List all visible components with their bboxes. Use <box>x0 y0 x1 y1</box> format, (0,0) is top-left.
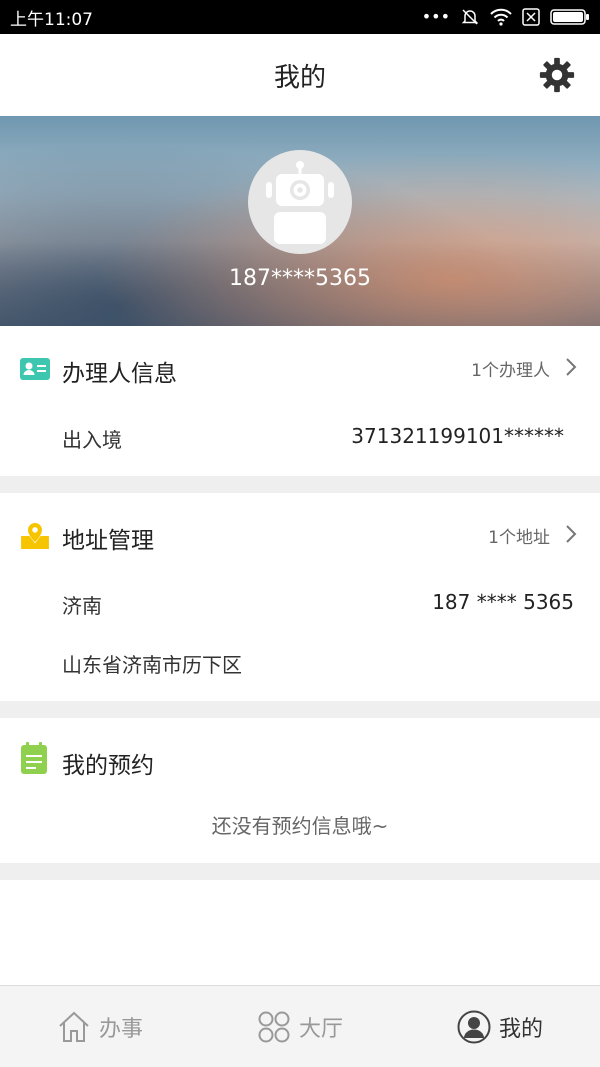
user-phone: 187****5365 <box>229 266 371 291</box>
mute-icon <box>461 9 479 25</box>
location-pin-icon <box>21 523 49 549</box>
address-card: 地址管理 1个地址 济南 187 **** 5365 山东省济南市历下区 <box>0 493 600 701</box>
status-icons: ••• <box>422 7 590 27</box>
avatar[interactable] <box>248 150 352 254</box>
page-title: 我的 <box>273 62 326 93</box>
battery-icon <box>550 9 589 25</box>
blank-panel <box>0 880 600 985</box>
tab-hall[interactable]: 大厅 <box>200 986 400 1067</box>
user-icon <box>457 1010 491 1043</box>
handler-type: 出入境 <box>62 428 122 452</box>
bottom-tab-bar: 办事 大厅 我的 <box>0 985 600 1067</box>
status-time: 上午11:07 <box>10 9 93 30</box>
appointment-header[interactable]: 我的预约 <box>0 718 600 804</box>
chevron-right-icon <box>566 358 577 376</box>
more-dots-icon: ••• <box>421 7 450 26</box>
clipboard-icon <box>21 742 47 774</box>
status-bar: 上午11:07 ••• <box>0 0 600 34</box>
grid-circles-icon <box>258 1011 290 1042</box>
tab-hall-label: 大厅 <box>298 1016 343 1042</box>
tab-mine-label: 我的 <box>498 1016 543 1042</box>
tab-mine[interactable]: 我的 <box>400 986 600 1067</box>
address-name: 济南 <box>62 594 102 618</box>
handler-info-card: 办理人信息 1个办理人 出入境 371321199101****** <box>0 326 600 476</box>
sim-off-icon <box>522 8 540 26</box>
appointment-empty-text: 还没有预约信息哦~ <box>211 814 389 838</box>
tab-office-label: 办事 <box>98 1016 143 1042</box>
address-header[interactable]: 地址管理 1个地址 <box>0 493 600 579</box>
handler-info-header[interactable]: 办理人信息 1个办理人 <box>0 326 600 412</box>
handler-info-title: 办理人信息 <box>62 361 177 387</box>
gear-icon[interactable] <box>538 56 576 94</box>
handler-count: 1个办理人 <box>471 361 550 381</box>
address-title: 地址管理 <box>62 528 154 554</box>
address-phone: 187 **** 5365 <box>432 590 574 614</box>
appointment-card: 我的预约 还没有预约信息哦~ <box>0 718 600 863</box>
handler-id-number: 371321199101****** <box>351 424 564 448</box>
address-detail: 山东省济南市历下区 <box>62 653 242 677</box>
profile-banner: 187****5365 <box>0 116 600 326</box>
address-count: 1个地址 <box>488 528 550 548</box>
tab-office[interactable]: 办事 <box>0 986 200 1067</box>
id-card-icon <box>20 358 50 380</box>
chevron-right-icon <box>566 525 577 543</box>
home-icon <box>59 1011 89 1042</box>
appointment-title: 我的预约 <box>62 753 154 779</box>
robot-avatar-icon <box>266 161 334 244</box>
wifi-icon <box>490 8 512 26</box>
app-header: 我的 <box>0 34 600 116</box>
